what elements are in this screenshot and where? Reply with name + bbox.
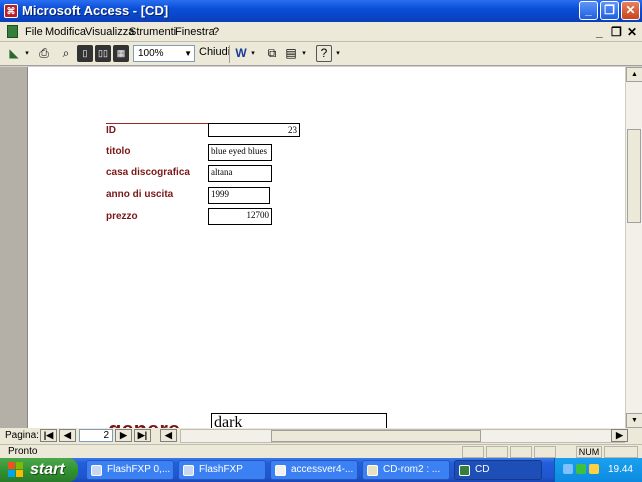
windows-logo-icon <box>8 462 24 477</box>
scroll-up-icon[interactable]: ▲ <box>626 67 642 82</box>
report-page: ID 23 titolo blue eyed blues casa discog… <box>28 67 625 428</box>
page-label: Pagina: <box>5 430 39 441</box>
task-label: accessver4-... <box>291 464 354 475</box>
field-value-anno-di-uscita: 1999 <box>208 187 270 204</box>
field-value-id: 23 <box>208 123 300 137</box>
document-icon <box>275 465 286 476</box>
menu-file[interactable]: File <box>25 26 43 38</box>
next-page-icon[interactable]: ▶ <box>115 429 132 442</box>
record-navigation: Pagina: |◀ ◀ 2 ▶ ▶| ◀ ▶ <box>0 428 642 444</box>
start-label: start <box>30 461 65 478</box>
status-panel <box>510 446 532 458</box>
network-icon[interactable] <box>563 464 573 474</box>
menu-bar: File Modifica Visualizza Strumenti Fines… <box>0 22 642 42</box>
task-cd-rom2[interactable]: CD-rom2 : ... <box>362 460 450 480</box>
status-panel <box>534 446 556 458</box>
flashfxp-icon <box>91 465 102 476</box>
field-label-prezzo: prezzo <box>106 211 138 222</box>
window-title: Microsoft Access - [CD] <box>22 3 169 18</box>
new-object-icon[interactable]: ▤ <box>283 45 299 62</box>
title-bar: ⌘ Microsoft Access - [CD] _ ❐ ✕ <box>0 0 642 22</box>
task-flashfxp-2[interactable]: FlashFXP <box>178 460 266 480</box>
database-window-icon[interactable]: ⧉ <box>264 45 280 62</box>
zoom-select[interactable]: 100% ▼ <box>133 45 195 62</box>
zoom-icon[interactable]: ⌕ <box>57 45 75 62</box>
view-icon[interactable]: ◣ <box>5 45 23 62</box>
first-page-icon[interactable]: |◀ <box>40 429 57 442</box>
num-lock-indicator: NUM <box>576 446 602 458</box>
menu-finestra[interactable]: Finestra <box>175 26 215 38</box>
start-button[interactable]: start <box>0 458 78 482</box>
toolbar-separator <box>229 45 230 63</box>
dropdown-arrow-icon[interactable]: ▾ <box>299 45 309 62</box>
close-window-button[interactable]: ✕ <box>621 1 640 20</box>
field-label-titolo: titolo <box>106 146 131 157</box>
vertical-scrollbar[interactable]: ▲ ▼ <box>625 67 642 428</box>
chevron-down-icon: ▼ <box>184 49 192 58</box>
status-text: Pronto <box>8 446 38 457</box>
maximize-button[interactable]: ❐ <box>600 1 619 20</box>
field-value-genere: dark <box>211 413 387 428</box>
mdi-minimize-button[interactable]: _ <box>596 25 603 39</box>
field-value-titolo: blue eyed blues <box>208 144 272 161</box>
close-preview-button[interactable]: Chiudi <box>199 46 230 58</box>
task-label: FlashFXP 0,... <box>107 464 171 475</box>
menu-help[interactable]: ? <box>213 26 219 38</box>
field-label-genere: genere <box>108 417 180 428</box>
dropdown-arrow-icon[interactable]: ▾ <box>22 45 32 62</box>
word-export-icon[interactable]: W <box>234 45 248 62</box>
previous-page-icon[interactable]: ◀ <box>59 429 76 442</box>
task-label: CD <box>475 464 490 475</box>
task-flashfxp-1[interactable]: FlashFXP 0,... <box>86 460 174 480</box>
help-icon[interactable]: ? <box>316 45 332 62</box>
page-number-input[interactable]: 2 <box>79 429 113 442</box>
header-line <box>106 123 208 124</box>
task-label: FlashFXP <box>199 464 243 475</box>
field-value-prezzo: 12700 <box>208 208 272 225</box>
menu-visualizza[interactable]: Visualizza <box>85 26 134 38</box>
system-tray: 19.44 <box>554 458 642 482</box>
dropdown-arrow-icon[interactable]: ▾ <box>333 45 343 62</box>
status-panel <box>462 446 484 458</box>
field-label-casa-discografica: casa discografica <box>106 167 190 178</box>
scroll-left-icon[interactable]: ◀ <box>160 429 177 442</box>
one-page-icon[interactable]: ▯ <box>77 45 93 62</box>
mdi-restore-button[interactable]: ❐ <box>611 25 622 39</box>
field-value-casa-discografica: altana <box>208 165 272 182</box>
horizontal-scroll-thumb[interactable] <box>271 430 481 442</box>
access-icon: ⌘ <box>4 4 18 18</box>
menu-modifica[interactable]: Modifica <box>45 26 86 38</box>
clock: 19.44 <box>607 464 633 475</box>
scroll-down-icon[interactable]: ▼ <box>626 413 642 428</box>
horizontal-scrollbar[interactable] <box>180 429 625 443</box>
taskbar: start FlashFXP 0,... FlashFXP accessver4… <box>0 458 642 482</box>
print-icon[interactable]: ⎙ <box>35 45 53 62</box>
status-bar: Pronto NUM <box>0 444 642 458</box>
task-accessver4[interactable]: accessver4-... <box>270 460 358 480</box>
field-label-anno-di-uscita: anno di uscita <box>106 189 174 200</box>
access-document-icon <box>459 465 470 476</box>
preview-margin <box>0 67 28 428</box>
tray-app-icon[interactable] <box>576 464 586 474</box>
field-label-id: ID <box>106 125 116 136</box>
dropdown-arrow-icon[interactable]: ▾ <box>248 45 258 62</box>
status-panel <box>604 446 638 458</box>
folder-icon <box>367 465 378 476</box>
task-cd[interactable]: CD <box>454 460 542 480</box>
minimize-button[interactable]: _ <box>579 1 598 20</box>
status-panel <box>486 446 508 458</box>
last-page-icon[interactable]: ▶| <box>134 429 151 442</box>
two-pages-icon[interactable]: ▯▯ <box>95 45 111 62</box>
menu-strumenti[interactable]: Strumenti <box>129 26 176 38</box>
tray-app-icon[interactable] <box>589 464 599 474</box>
document-icon[interactable] <box>7 25 18 38</box>
zoom-value: 100% <box>138 48 164 59</box>
mdi-close-button[interactable]: ✕ <box>627 25 637 39</box>
toolbar: ◣ ▾ ⎙ ⌕ ▯ ▯▯ ▦ 100% ▼ Chiudi W ▾ ⧉ ▤ ▾ ? … <box>0 42 642 66</box>
flashfxp-icon <box>183 465 194 476</box>
task-label: CD-rom2 : ... <box>383 464 441 475</box>
vertical-scroll-thumb[interactable] <box>627 129 641 223</box>
scroll-right-icon[interactable]: ▶ <box>611 429 628 442</box>
multiple-pages-icon[interactable]: ▦ <box>113 45 129 62</box>
